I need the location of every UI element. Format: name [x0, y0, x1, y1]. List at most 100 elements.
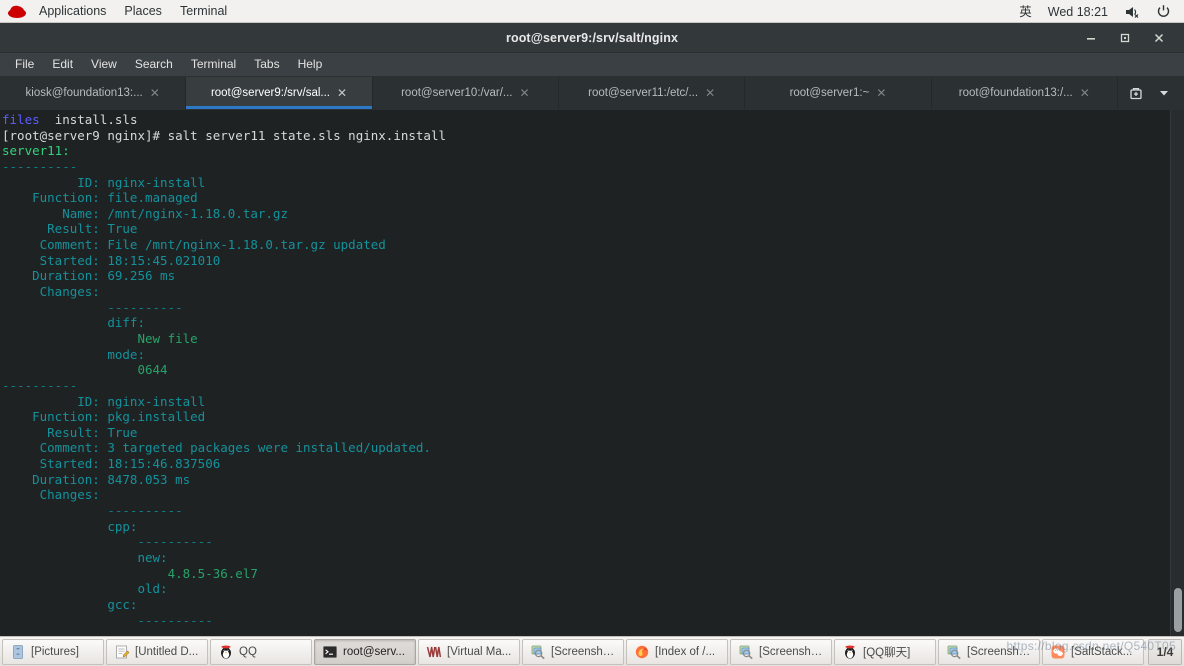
close-icon[interactable]: ✕ [150, 87, 160, 99]
terminal-text-run: True [107, 424, 138, 440]
terminal-output: files install.sls [root@server9 nginx]# s… [0, 110, 1170, 636]
virtual-machine-icon [425, 643, 442, 660]
terminal-text-run: Function: [2, 409, 108, 425]
close-icon[interactable]: ✕ [1080, 87, 1090, 99]
terminal-text-run: ID: [2, 174, 108, 190]
taskbar-item[interactable]: [Untitled D... [106, 638, 208, 665]
terminal-text-run: pkg.installed [107, 409, 206, 425]
terminal-line: ---------- [2, 378, 1170, 394]
terminal-line: Duration: 69.256 ms [2, 268, 1170, 284]
tab-label: root@foundation13:/... [958, 87, 1073, 99]
menu-help[interactable]: Help [289, 54, 332, 75]
terminal-text-run: Result: [2, 424, 108, 440]
terminal-text-run: Duration: [2, 268, 108, 284]
maximize-icon[interactable] [1116, 29, 1134, 47]
taskbar-item[interactable]: [Index of /... [626, 638, 728, 665]
close-icon[interactable]: ✕ [705, 87, 715, 99]
terminal-line: Comment: File /mnt/nginx-1.18.0.tar.gz u… [2, 237, 1170, 253]
terminal-line: diff: [2, 315, 1170, 331]
terminal-tab[interactable]: root@server11:/etc/... ✕ [559, 77, 746, 109]
taskbar-item[interactable]: [Screensho... [730, 638, 832, 665]
terminal-tab[interactable]: kiosk@foundation13:... ✕ [0, 77, 187, 109]
close-icon[interactable]: ✕ [876, 87, 886, 99]
terminal-text-run: file.managed [107, 190, 198, 206]
redhat-logo-icon[interactable] [6, 2, 28, 20]
terminal-text-run: New file [2, 330, 198, 346]
scrollbar-thumb[interactable] [1174, 588, 1182, 632]
taskbar-item[interactable]: [Screensho... [938, 638, 1040, 665]
terminal-text-run: ---------- [2, 503, 183, 519]
terminal-text-run: 4.8.5-36.el7 [2, 565, 258, 581]
window-list-taskbar: [Pictures] [Untitled D... QQ root@serv... [V… [0, 636, 1184, 666]
terminal-text-run: ---------- [2, 299, 183, 315]
file-manager-icon [9, 643, 26, 660]
terminal-line: ---------- [2, 503, 1170, 519]
taskbar-item-label: [Index of /... [655, 645, 716, 658]
terminal-line: files install.sls [2, 112, 1170, 128]
menu-edit[interactable]: Edit [43, 54, 82, 75]
terminal-line: ---------- [2, 300, 1170, 316]
panel-menu-places[interactable]: Places [115, 0, 171, 22]
taskbar-item[interactable]: [Virtual Ma... [418, 638, 520, 665]
panel-left-group: Applications Places Terminal [0, 0, 236, 22]
taskbar-item[interactable]: [Pictures] [2, 638, 104, 665]
terminal-text-run: 0644 [2, 362, 168, 378]
terminal-text-run: mode: [2, 346, 145, 362]
menu-tabs[interactable]: Tabs [245, 54, 288, 75]
menu-terminal[interactable]: Terminal [182, 54, 245, 75]
taskbar-item-label: [SaltStack... [1071, 645, 1133, 658]
taskbar-item[interactable]: [Screensho... [522, 638, 624, 665]
taskbar-item-label: [Screensho... [551, 645, 617, 658]
panel-menu-applications[interactable]: Applications [30, 0, 115, 22]
terminal-line: Started: 18:15:45.021010 [2, 253, 1170, 269]
taskbar-item-label: [Screensho... [967, 645, 1033, 658]
menu-search[interactable]: Search [126, 54, 182, 75]
taskbar-item[interactable]: [QQ聊天] [834, 638, 936, 665]
taskbar-item[interactable]: [SaltStack... [1042, 638, 1144, 665]
chevron-down-icon[interactable] [1158, 87, 1170, 99]
terminal-text-run: nginx-install [107, 174, 206, 190]
menu-file[interactable]: File [6, 54, 43, 75]
terminal-text-run: files [2, 112, 40, 127]
terminal-line: Comment: 3 targeted packages were instal… [2, 440, 1170, 456]
terminal-tab[interactable]: root@server9:/srv/sal... ✕ [186, 77, 373, 109]
taskbar-item[interactable]: QQ [210, 638, 312, 665]
terminal-tab[interactable]: root@server10:/var/... ✕ [373, 77, 559, 109]
terminal-line: old: [2, 581, 1170, 597]
taskbar-item[interactable]: root@serv... [314, 638, 416, 665]
close-icon[interactable]: ✕ [519, 87, 529, 99]
workspace-pager[interactable]: 1/4 [1148, 638, 1182, 665]
terminal-line: Name: /mnt/nginx-1.18.0.tar.gz [2, 206, 1170, 222]
terminal-viewport[interactable]: files install.sls [root@server9 nginx]# s… [0, 110, 1184, 636]
clock[interactable]: Wed 18:21 [1041, 1, 1115, 23]
terminal-tab[interactable]: root@foundation13:/... ✕ [932, 77, 1118, 109]
wechat-icon [1049, 643, 1066, 660]
terminal-icon [321, 643, 338, 660]
terminal-text-run: File /mnt/nginx-1.18.0.tar.gz updated [107, 237, 386, 253]
terminal-text-run: Comment: [2, 237, 108, 253]
tab-label: root@server11:/etc/... [588, 87, 699, 99]
terminal-tab[interactable]: root@server1:~ ✕ [745, 77, 932, 109]
panel-menu-terminal[interactable]: Terminal [171, 0, 236, 22]
close-icon[interactable] [1150, 29, 1168, 47]
terminal-text-run: Changes: [2, 487, 108, 503]
terminal-text-run: 18:15:46.837506 [107, 456, 221, 472]
volume-muted-icon[interactable] [1117, 2, 1147, 22]
terminal-line: Duration: 8478.053 ms [2, 472, 1170, 488]
gnome-top-panel: Applications Places Terminal 英 Wed 18:21 [0, 0, 1184, 23]
terminal-line: server11: [2, 143, 1170, 159]
close-icon[interactable]: ✕ [337, 87, 347, 99]
terminal-line: gcc: [2, 597, 1170, 613]
terminal-line: ID: nginx-install [2, 394, 1170, 410]
menu-view[interactable]: View [82, 54, 126, 75]
terminal-scrollbar[interactable] [1170, 110, 1184, 636]
terminal-text-run: Duration: [2, 471, 108, 487]
window-titlebar: root@server9:/srv/salt/nginx [0, 23, 1184, 53]
power-icon[interactable] [1149, 1, 1178, 22]
minimize-icon[interactable] [1082, 29, 1100, 47]
terminal-text-run: new: [2, 549, 168, 565]
input-method-indicator[interactable]: 英 [1012, 1, 1039, 23]
terminal-text-run: Started: [2, 456, 108, 472]
new-tab-icon[interactable] [1128, 85, 1144, 101]
terminal-line: cpp: [2, 519, 1170, 535]
